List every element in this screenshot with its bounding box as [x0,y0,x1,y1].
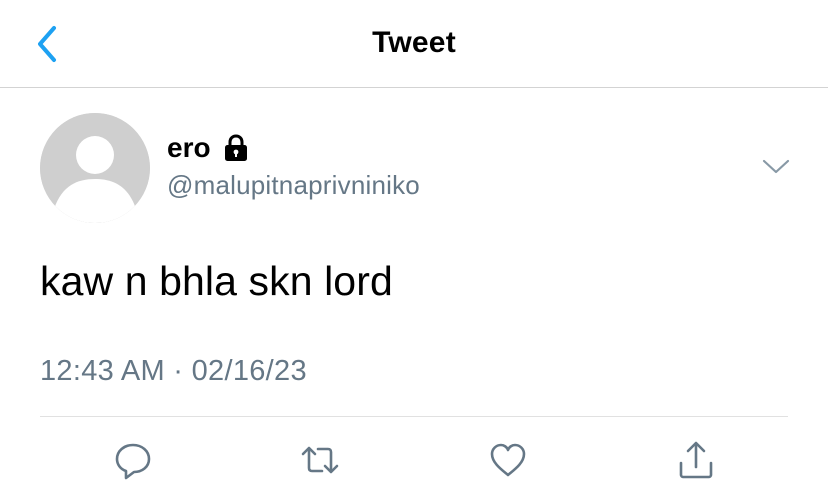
retweet-icon [301,446,339,474]
author-name-row: ero [167,130,251,166]
navigation-header: Tweet [0,0,828,88]
tweet-timestamp: 12:43 AM · 02/16/23 [40,355,307,387]
chevron-down-icon [762,159,790,174]
share-button[interactable] [676,440,716,480]
display-name[interactable]: ero [167,132,211,164]
user-handle[interactable]: @malupitnaprivniniko [167,170,420,201]
divider [40,416,788,417]
tweet-menu-button[interactable] [760,152,792,180]
lock-icon [221,133,251,163]
share-icon [679,441,713,479]
comment-icon [115,443,151,480]
heart-icon [490,443,526,477]
default-avatar-icon [40,113,150,223]
retweet-button[interactable] [300,440,340,480]
reply-button[interactable] [113,440,153,480]
avatar[interactable] [40,113,150,223]
page-title: Tweet [372,26,456,59]
tweet-text: kaw n bhla skn lord [40,258,393,304]
like-button[interactable] [488,440,528,480]
